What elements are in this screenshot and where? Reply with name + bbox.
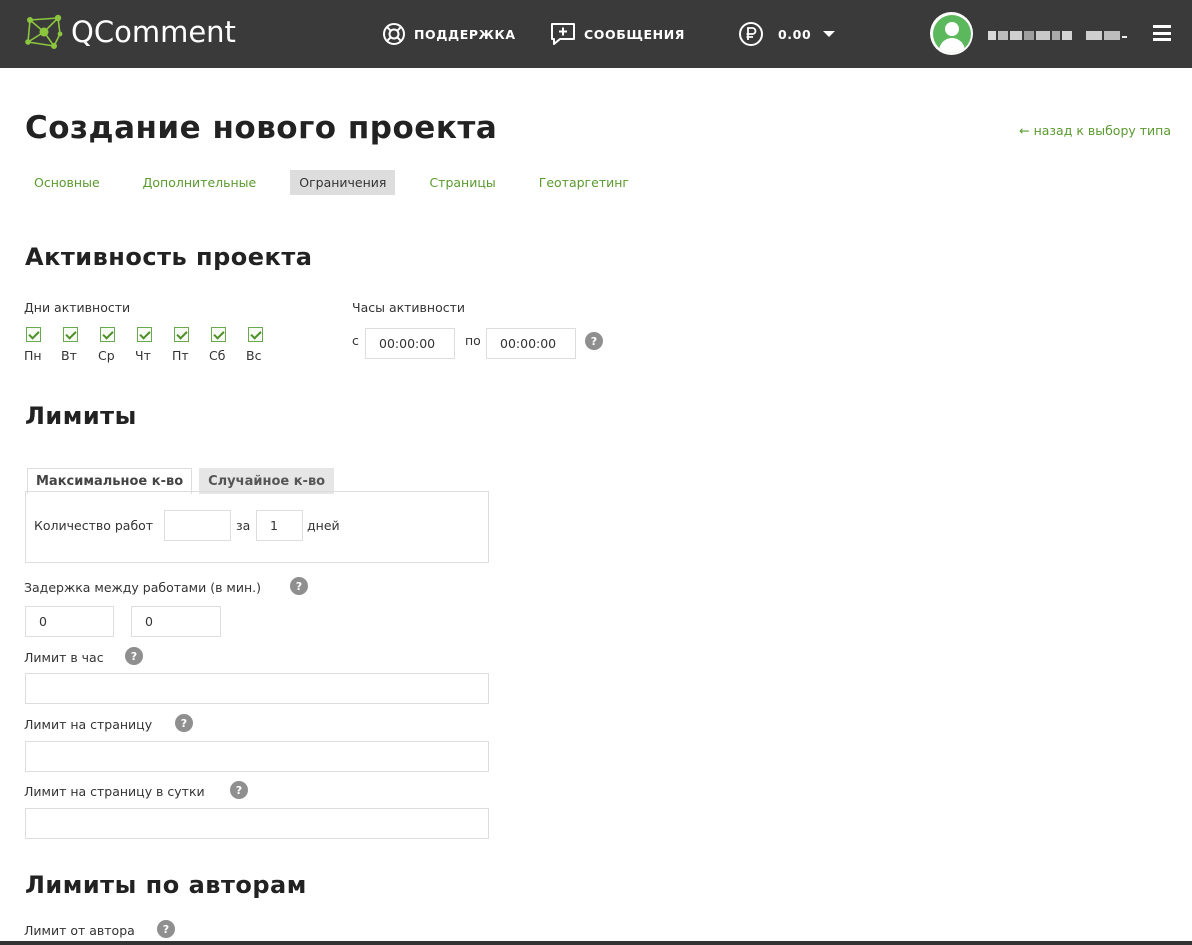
day-thu-checkbox[interactable] bbox=[137, 327, 152, 342]
chevron-down-icon bbox=[823, 31, 836, 37]
page-day-limit-input[interactable] bbox=[25, 808, 489, 839]
hour-limit-input[interactable] bbox=[25, 673, 489, 704]
day-sun: Вс bbox=[246, 327, 283, 363]
day-mon-checkbox[interactable] bbox=[26, 327, 41, 342]
days-checkboxes: Пн Вт Ср Чт Пт Сб Вс bbox=[24, 327, 283, 363]
page-limit-label: Лимит на страницу bbox=[24, 717, 153, 732]
page-day-limit-help-icon[interactable]: ? bbox=[230, 781, 248, 799]
hours-help-icon[interactable]: ? bbox=[585, 332, 603, 350]
hours-from-label: с bbox=[352, 333, 359, 348]
message-plus-icon bbox=[551, 23, 575, 45]
support-link[interactable]: ПОДДЕРЖКА bbox=[382, 20, 516, 48]
day-tue-checkbox[interactable] bbox=[63, 327, 78, 342]
day-sat-checkbox[interactable] bbox=[211, 327, 226, 342]
day-sat: Сб bbox=[209, 327, 246, 363]
back-to-type-link[interactable]: ← назад к выбору типа bbox=[1019, 123, 1171, 138]
hour-limit-label: Лимит в час bbox=[24, 650, 104, 665]
day-mon-label: Пн bbox=[24, 348, 42, 363]
tab-basic[interactable]: Основные bbox=[25, 170, 109, 195]
days-count-input[interactable]: 1 bbox=[256, 510, 303, 541]
user-avatar[interactable] bbox=[930, 12, 973, 55]
logo[interactable]: QComment bbox=[24, 10, 236, 54]
limits-heading: Лимиты bbox=[25, 402, 137, 430]
works-count-input[interactable] bbox=[164, 510, 231, 541]
day-wed-checkbox[interactable] bbox=[100, 327, 115, 342]
hour-limit-help-icon[interactable]: ? bbox=[125, 647, 143, 665]
author-limit-help-icon[interactable]: ? bbox=[157, 920, 175, 938]
balance-value: 0.00 bbox=[778, 26, 812, 42]
lifebuoy-icon bbox=[383, 23, 405, 45]
page-day-limit-label: Лимит на страницу в сутки bbox=[24, 784, 205, 799]
logo-text: QComment bbox=[71, 15, 236, 49]
page-limit-input[interactable] bbox=[25, 741, 489, 772]
day-thu: Чт bbox=[135, 327, 172, 363]
day-tue: Вт bbox=[61, 327, 98, 363]
ruble-icon bbox=[739, 22, 763, 46]
delay-max-input[interactable]: 0 bbox=[131, 606, 221, 637]
qcomment-logo-icon bbox=[25, 14, 63, 49]
page-title: Создание нового проекта bbox=[25, 110, 498, 146]
day-sun-label: Вс bbox=[246, 348, 262, 363]
days-label: Дни активности bbox=[24, 300, 131, 315]
hours-to-input[interactable]: 00:00:00 bbox=[486, 328, 576, 359]
day-thu-label: Чт bbox=[135, 348, 151, 363]
messages-link[interactable]: СООБЩЕНИЯ bbox=[550, 20, 685, 48]
author-limit-label: Лимит от автора bbox=[24, 923, 135, 938]
day-fri-checkbox[interactable] bbox=[174, 327, 189, 342]
tab-restrictions[interactable]: Ограничения bbox=[290, 170, 396, 195]
balance-dropdown[interactable]: 0.00 bbox=[738, 20, 836, 48]
delay-help-icon[interactable]: ? bbox=[290, 577, 308, 595]
author-limits-heading: Лимиты по авторам bbox=[25, 871, 307, 899]
bottom-border bbox=[0, 941, 1192, 945]
day-wed: Ср bbox=[98, 327, 135, 363]
menu-icon[interactable] bbox=[1153, 25, 1171, 41]
page-limit-help-icon[interactable]: ? bbox=[175, 714, 193, 732]
top-navbar: QComment ПОДДЕРЖКА СООБЩЕНИЯ 0.00 bbox=[0, 0, 1192, 68]
day-fri-label: Пт bbox=[172, 348, 189, 363]
day-fri: Пт bbox=[172, 327, 209, 363]
day-mon: Пн bbox=[24, 327, 61, 363]
username-redacted[interactable] bbox=[988, 31, 1127, 40]
days-unit-label: дней bbox=[307, 518, 340, 533]
tab-geotargeting[interactable]: Геотаргетинг bbox=[530, 170, 638, 195]
day-sun-checkbox[interactable] bbox=[248, 327, 263, 342]
works-count-label: Количество работ bbox=[34, 518, 154, 533]
tab-additional[interactable]: Дополнительные bbox=[134, 170, 266, 195]
day-wed-label: Ср bbox=[98, 348, 115, 363]
for-label: за bbox=[236, 518, 251, 533]
hours-label: Часы активности bbox=[352, 300, 466, 315]
user-avatar-icon bbox=[932, 14, 971, 53]
support-label: ПОДДЕРЖКА bbox=[414, 26, 516, 42]
hours-from-input[interactable]: 00:00:00 bbox=[365, 328, 455, 359]
messages-label: СООБЩЕНИЯ bbox=[584, 26, 686, 42]
tab-pages[interactable]: Страницы bbox=[420, 170, 504, 195]
day-tue-label: Вт bbox=[61, 348, 77, 363]
day-sat-label: Сб bbox=[209, 348, 226, 363]
hours-to-label: по bbox=[465, 333, 481, 348]
activity-heading: Активность проекта bbox=[25, 243, 313, 271]
delay-min-input[interactable]: 0 bbox=[25, 606, 114, 637]
delay-label: Задержка между работами (в мин.) bbox=[24, 580, 261, 595]
project-tabs: Основные Дополнительные Ограничения Стра… bbox=[25, 170, 663, 195]
